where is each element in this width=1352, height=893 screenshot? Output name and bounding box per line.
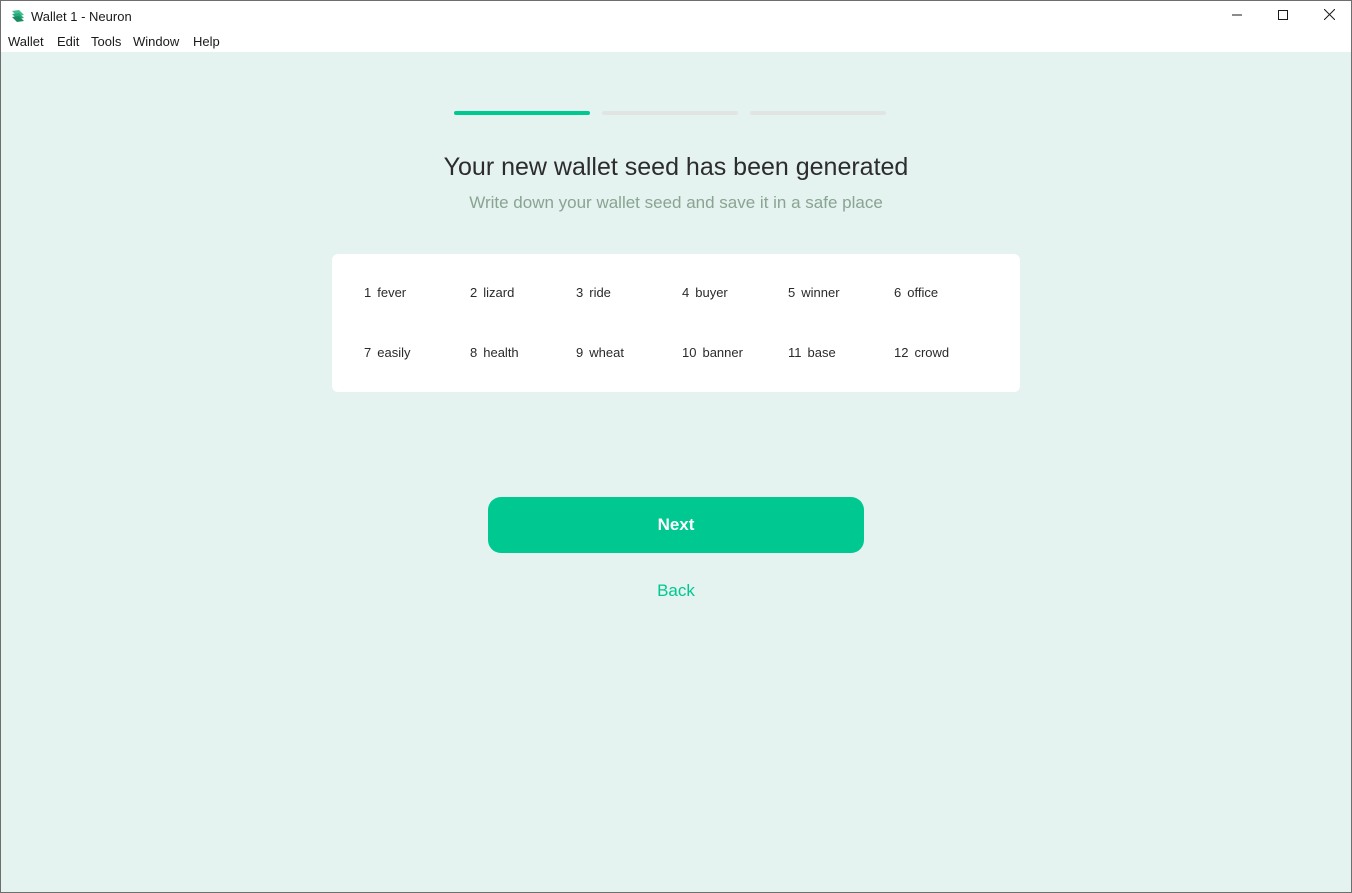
seed-word-text: winner	[801, 285, 840, 300]
menu-edit[interactable]: Edit	[57, 34, 79, 49]
progress-step-2	[602, 111, 738, 115]
app-window: Wallet 1 - Neuron Wallet Edit Tools Wind…	[0, 0, 1352, 893]
seed-word-item: 12 crowd	[894, 345, 949, 360]
seed-word-number: 6	[894, 285, 902, 300]
page-subtitle: Write down your wallet seed and save it …	[469, 193, 883, 212]
seed-word-number: 2	[470, 285, 478, 300]
window-title: Wallet 1 - Neuron	[31, 9, 132, 24]
seed-word-number: 9	[576, 345, 584, 360]
progress-step-1	[454, 111, 590, 115]
seed-word-text: fever	[377, 285, 407, 300]
seed-word-number: 12	[894, 345, 909, 360]
menu-bar: Wallet Edit Tools Window Help	[1, 31, 1351, 52]
seed-word-number: 8	[470, 345, 478, 360]
seed-word-item: 4 buyer	[682, 285, 728, 300]
menu-help[interactable]: Help	[193, 34, 220, 49]
seed-word-item: 9 wheat	[576, 345, 624, 360]
seed-word-number: 1	[364, 285, 372, 300]
seed-word-number: 5	[788, 285, 796, 300]
seed-word-text: crowd	[914, 345, 950, 360]
seed-word-text: office	[907, 285, 939, 300]
page-title: Your new wallet seed has been generated	[443, 153, 909, 181]
seed-word-text: ride	[589, 285, 611, 300]
maximize-icon	[1278, 7, 1288, 25]
close-icon	[1323, 7, 1335, 25]
seed-word-text: wheat	[589, 345, 624, 360]
seed-word-item: 11 base	[788, 345, 836, 360]
minimize-icon	[1232, 7, 1242, 25]
seed-word-item: 6 office	[894, 285, 938, 300]
seed-word-number: 10	[682, 345, 697, 360]
seed-word-text: easily	[377, 345, 411, 360]
seed-word-number: 3	[576, 285, 584, 300]
seed-word-item: 1 fever	[364, 285, 406, 300]
seed-word-number: 4	[682, 285, 690, 300]
seed-word-text: lizard	[483, 285, 515, 300]
seed-word-item: 2 lizard	[470, 285, 514, 300]
progress-step-3	[750, 111, 886, 115]
seed-word-item: 7 easily	[364, 345, 410, 360]
menu-window[interactable]: Window	[133, 34, 179, 49]
seed-words-card: 1 fever 2 lizard 3 ride 4 buyer 5 winner 6 off…	[332, 254, 1020, 392]
seed-word-text: buyer	[695, 285, 728, 300]
seed-word-item: 5 winner	[788, 285, 840, 300]
back-link[interactable]: Back	[1, 581, 1351, 601]
minimize-button[interactable]	[1214, 1, 1260, 31]
seed-word-item: 3 ride	[576, 285, 611, 300]
seed-word-item: 8 health	[470, 345, 519, 360]
menu-tools[interactable]: Tools	[91, 34, 121, 49]
seed-word-text: banner	[702, 345, 743, 360]
menu-wallet[interactable]: Wallet	[8, 34, 44, 49]
next-button[interactable]: Next	[488, 497, 864, 553]
neuron-logo-icon	[10, 9, 26, 23]
title-bar[interactable]: Wallet 1 - Neuron	[1, 1, 1351, 31]
seed-word-item: 10 banner	[682, 345, 743, 360]
close-button[interactable]	[1306, 1, 1352, 31]
seed-word-number: 11	[788, 345, 802, 360]
maximize-button[interactable]	[1260, 1, 1306, 31]
seed-word-text: base	[807, 345, 836, 360]
seed-word-text: health	[483, 345, 519, 360]
seed-word-number: 7	[364, 345, 372, 360]
